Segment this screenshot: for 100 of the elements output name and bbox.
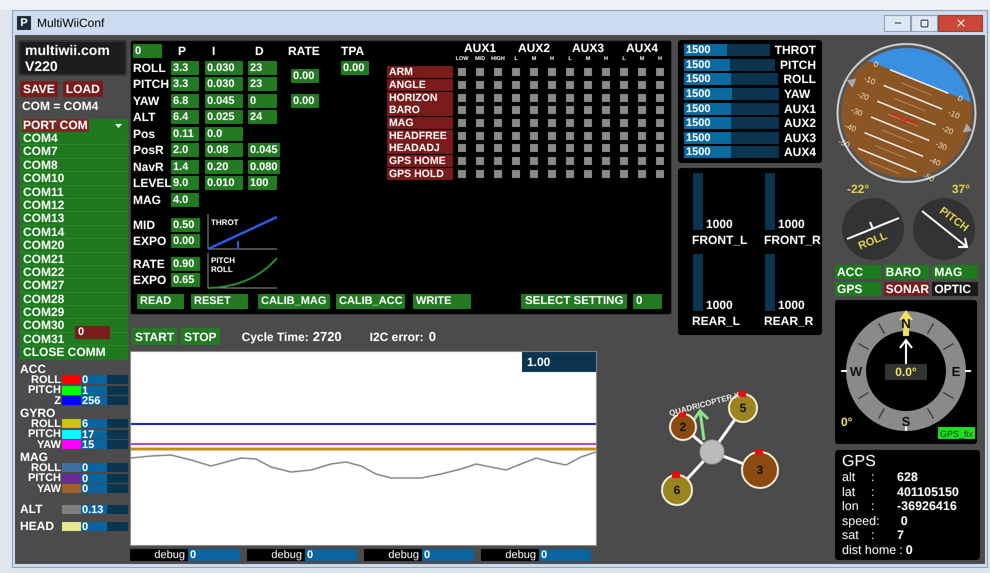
pid-value-field[interactable]: 0.045 bbox=[205, 94, 243, 108]
pid-value-field[interactable]: 0.20 bbox=[205, 160, 243, 174]
port-list-item[interactable]: COM27 bbox=[20, 279, 128, 293]
action-button[interactable]: CALIB_ACC bbox=[336, 294, 405, 309]
curve-title: THROT bbox=[211, 218, 239, 227]
stop-button[interactable]: STOP bbox=[181, 328, 220, 345]
port-list-item[interactable]: COM13 bbox=[20, 212, 128, 226]
action-button[interactable]: RESET bbox=[191, 294, 248, 309]
pid-value-field[interactable]: 23 bbox=[248, 60, 277, 75]
port-list-item[interactable]: COM29 bbox=[20, 306, 128, 320]
rate-field[interactable]: 0.00 bbox=[291, 94, 319, 108]
pid-value-field[interactable]: 6.4 bbox=[171, 110, 199, 124]
pid-value-field[interactable]: 0.11 bbox=[171, 126, 199, 141]
sensor-value: 6 bbox=[81, 419, 107, 428]
expo-label: EXPO bbox=[133, 272, 168, 286]
port-list-item[interactable]: COM28 bbox=[20, 292, 128, 306]
port-list-item[interactable]: COM8 bbox=[20, 158, 128, 172]
port-counter: 0 bbox=[75, 326, 110, 339]
gps-field-separator: : bbox=[871, 484, 876, 499]
pitch-ladder-label: -50 bbox=[837, 137, 852, 150]
port-list-item[interactable]: COM12 bbox=[20, 198, 128, 212]
debug-label: debug bbox=[270, 549, 303, 561]
pitch-ladder-label: -40 bbox=[928, 155, 942, 168]
sensor-status-badge: GPS bbox=[835, 282, 881, 296]
graph-scale: 1.00 bbox=[522, 352, 596, 372]
gps-field-label: lat bbox=[842, 484, 856, 499]
start-button[interactable]: START bbox=[132, 328, 178, 345]
debug-value: 0 bbox=[188, 549, 240, 561]
rc-channel-value: 1500 bbox=[686, 132, 710, 144]
curve-title: ROLL bbox=[211, 265, 233, 274]
expo-value-field[interactable]: 0.00 bbox=[171, 234, 200, 248]
pid-value-field[interactable]: 2.0 bbox=[171, 143, 199, 158]
pitch-ladder-label: 0 bbox=[956, 94, 964, 104]
action-button[interactable]: READ bbox=[137, 294, 184, 309]
pid-value-field[interactable]: 4.0 bbox=[171, 192, 199, 207]
motor-value: 1000 bbox=[778, 218, 805, 230]
pid-row-label: LEVEL bbox=[133, 175, 171, 192]
pitch-ladder-label: -10 bbox=[946, 108, 961, 121]
expo-value-field[interactable]: 0.90 bbox=[171, 256, 200, 270]
expo-value-field[interactable]: 0.65 bbox=[171, 272, 200, 286]
gps-field-label: lon bbox=[842, 499, 859, 514]
tpa-field[interactable]: 0.00 bbox=[341, 60, 369, 75]
pid-value-field[interactable]: 0.030 bbox=[205, 77, 243, 92]
motor-number: 3 bbox=[756, 463, 764, 477]
pitch-ladder-label: -50 bbox=[921, 171, 936, 183]
mode-label: ARM bbox=[387, 66, 453, 78]
port-list-item[interactable]: COM20 bbox=[20, 239, 128, 253]
mode-label: MAG bbox=[387, 117, 453, 130]
port-list-item[interactable]: COM14 bbox=[20, 226, 128, 240]
port-list-item[interactable]: COM4 bbox=[20, 132, 128, 146]
pid-value-field[interactable]: 0 bbox=[248, 94, 277, 108]
pid-value-field[interactable]: 0.010 bbox=[205, 176, 243, 190]
pid-value-field[interactable]: 0.080 bbox=[248, 160, 280, 174]
rc-channel-value: 1500 bbox=[686, 102, 710, 115]
gps-field-value: 0 bbox=[906, 542, 913, 557]
pid-value-field[interactable]: 23 bbox=[248, 77, 277, 92]
pid-value-field[interactable]: 3.3 bbox=[171, 60, 199, 75]
sensor-group-label: MAG bbox=[20, 452, 48, 463]
close-port-button[interactable]: CLOSE COMM bbox=[20, 346, 128, 360]
pid-value-field[interactable]: 1.4 bbox=[171, 160, 199, 174]
sensor-value: 0 bbox=[81, 463, 107, 472]
setting-field[interactable]: 0 bbox=[633, 294, 662, 309]
gps-field-separator: : bbox=[876, 514, 881, 528]
file-button[interactable]: SAVE bbox=[20, 81, 58, 97]
select-setting-button[interactable]: SELECT SETTING bbox=[521, 294, 627, 309]
aux-channel-header: AUX1 bbox=[462, 43, 497, 54]
pid-row-label: PITCH bbox=[133, 76, 170, 94]
pid-value-field[interactable]: 100 bbox=[248, 176, 277, 190]
pid-value-field[interactable]: 0.0 bbox=[205, 126, 243, 141]
pid-row-label: NavR bbox=[133, 158, 165, 176]
pid-value-field[interactable]: 0.045 bbox=[248, 143, 280, 158]
pid-row-label: Pos bbox=[133, 126, 156, 143]
compass-west: W bbox=[850, 364, 862, 379]
port-list-item[interactable]: COM7 bbox=[20, 145, 128, 159]
sensor-label: ROLL bbox=[31, 418, 62, 429]
heading-angle: 0° bbox=[841, 415, 852, 429]
action-button[interactable]: CALIB_MAG bbox=[258, 294, 330, 309]
profile-field[interactable]: 0 bbox=[133, 44, 162, 58]
rate-field[interactable]: 0.00 bbox=[291, 69, 319, 83]
file-button[interactable]: LOAD bbox=[62, 81, 103, 97]
expo-value-field[interactable]: 0.50 bbox=[171, 218, 200, 232]
pid-value-field[interactable]: 3.3 bbox=[171, 77, 199, 92]
pid-value-field[interactable]: 9.0 bbox=[171, 176, 199, 190]
sensor-status-badge: BARO bbox=[884, 265, 930, 279]
rc-channel-name: PITCH bbox=[780, 58, 816, 71]
port-list-item[interactable]: COM22 bbox=[20, 266, 128, 280]
action-button[interactable]: WRITE bbox=[413, 294, 471, 309]
pid-value-field[interactable]: 0.030 bbox=[205, 60, 243, 75]
window-title: MultiWiiConf bbox=[37, 15, 104, 32]
motor-value: 1000 bbox=[706, 299, 733, 311]
debug-label: debug bbox=[504, 549, 537, 561]
pid-value-field[interactable]: 24 bbox=[248, 110, 277, 124]
motor-name: REAR_R bbox=[764, 315, 814, 327]
pid-value-field[interactable]: 6.8 bbox=[171, 94, 199, 108]
port-list-item[interactable]: COM21 bbox=[20, 252, 128, 266]
pid-value-field[interactable]: 0.08 bbox=[205, 143, 243, 158]
port-list-item[interactable]: COM10 bbox=[20, 172, 128, 186]
sensor-status-badge: MAG bbox=[932, 265, 978, 279]
pid-value-field[interactable]: 0.025 bbox=[205, 110, 243, 124]
port-list-item[interactable]: COM11 bbox=[20, 186, 128, 199]
